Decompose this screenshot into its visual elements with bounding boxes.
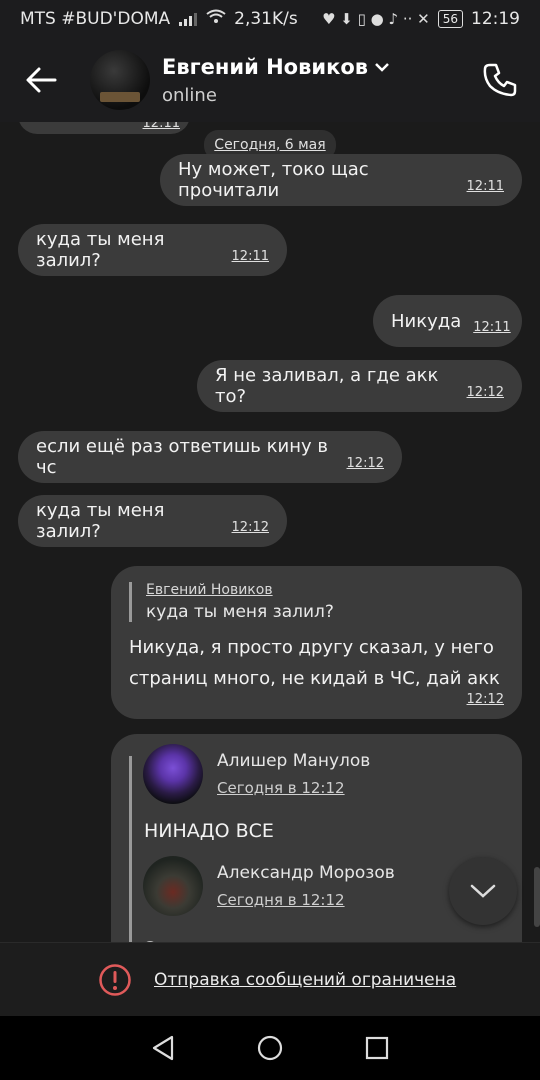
message-text: если ещё раз ответишь кину в чс <box>36 436 328 478</box>
forwarded-text: НИНАДО ВСЕ <box>144 820 274 842</box>
forwarded-date: Сегодня в 12:12 <box>217 891 345 909</box>
message-time: 12:11 <box>231 248 269 264</box>
quoted-message[interactable]: Евгений Новиков куда ты меня залил? <box>129 582 504 622</box>
restriction-text: Отправка сообщений ограничена <box>154 969 457 990</box>
message-text-line: Никуда, я просто другу сказал, у него <box>129 637 494 658</box>
scrollbar[interactable] <box>534 867 540 927</box>
quote-author: Евгений Новиков <box>146 582 273 598</box>
message-bubble-partial[interactable]: 12:11 <box>18 122 190 134</box>
message-bubble-reply[interactable]: Евгений Новиков куда ты меня залил? Нику… <box>111 566 522 719</box>
clock: 12:19 <box>471 9 520 29</box>
back-nav-icon[interactable] <box>150 1034 176 1062</box>
message-text: Ну может, токо щас прочитали <box>178 159 369 201</box>
message-text: куда ты меня залил? <box>36 500 165 542</box>
wifi-icon <box>206 9 226 30</box>
message-bubble-outgoing[interactable]: Ну может, токо щас прочитали 12:11 <box>160 154 522 206</box>
message-text: Никуда <box>391 310 462 332</box>
call-button[interactable] <box>480 60 520 100</box>
contact-title[interactable]: Евгений Новиков online <box>162 55 390 106</box>
chat-header: Евгений Новиков online <box>0 38 540 122</box>
chevron-down-icon <box>375 62 389 72</box>
message-time: 12:11 <box>466 178 504 194</box>
battery-indicator: 56 <box>437 10 463 28</box>
notification-icons: ♥ ⬇ ▯ ● ♪ ·· ✕ <box>322 10 430 28</box>
message-list[interactable]: 12:11 Сегодня, 6 мая Ну может, токо щас … <box>0 122 540 942</box>
message-bubble-incoming[interactable]: если ещё раз ответишь кину в чс 12:12 <box>18 431 402 483</box>
message-time: 12:12 <box>466 692 504 707</box>
carrier-label: MTS #BUD'DOMA <box>20 9 171 29</box>
system-navigation-bar <box>0 1016 540 1080</box>
status-bar: MTS #BUD'DOMA 2,31K/s ♥ ⬇ ▯ ● ♪ ·· ✕ 56 … <box>0 0 540 38</box>
contact-name: Евгений Новиков <box>162 54 369 79</box>
message-time: 12:12 <box>346 455 384 471</box>
back-button[interactable] <box>0 38 82 122</box>
restriction-banner: Отправка сообщений ограничена <box>0 942 540 1016</box>
forward-indicator-line <box>129 756 132 942</box>
forwarded-author-2[interactable]: Александр Морозов Сегодня в 12:12 <box>143 856 395 916</box>
network-speed: 2,31K/s <box>234 9 298 29</box>
recents-nav-icon[interactable] <box>364 1035 390 1061</box>
avatar[interactable] <box>143 856 203 916</box>
message-text: Я не заливал, а где акк то? <box>215 365 439 407</box>
contact-avatar[interactable] <box>90 50 150 110</box>
signal-icon <box>178 11 198 27</box>
message-bubble-outgoing[interactable]: Я не заливал, а где акк то? 12:12 <box>197 360 522 412</box>
message-bubble-incoming[interactable]: куда ты меня залил? 12:12 <box>18 495 287 547</box>
message-time: 12:11 <box>142 122 180 131</box>
avatar[interactable] <box>143 744 203 804</box>
back-arrow-icon <box>26 67 57 93</box>
forwarded-date: Сегодня в 12:12 <box>217 779 345 797</box>
quote-text: куда ты меня залил? <box>146 602 334 622</box>
forwarded-author-name: Алишер Манулов <box>217 751 371 771</box>
message-text: куда ты меня залил? <box>36 229 165 271</box>
message-bubble-outgoing[interactable]: Никуда 12:11 <box>373 295 522 347</box>
message-time: 12:11 <box>473 319 511 335</box>
scroll-to-bottom-button[interactable] <box>449 857 517 925</box>
phone-icon <box>483 63 517 97</box>
chevron-down-icon <box>470 884 496 898</box>
forwarded-author-name: Александр Морозов <box>217 863 395 883</box>
forwarded-author-1[interactable]: Алишер Манулов Сегодня в 12:12 <box>143 744 370 804</box>
message-time: 12:12 <box>466 384 504 400</box>
message-bubble-incoming[interactable]: куда ты меня залил? 12:11 <box>18 224 287 276</box>
contact-status: online <box>162 84 217 106</box>
alert-icon <box>99 963 131 996</box>
message-text-line: страниц много, не кидай в ЧС, дай акк <box>129 668 500 689</box>
message-time: 12:12 <box>231 519 269 535</box>
home-nav-icon[interactable] <box>256 1034 284 1062</box>
